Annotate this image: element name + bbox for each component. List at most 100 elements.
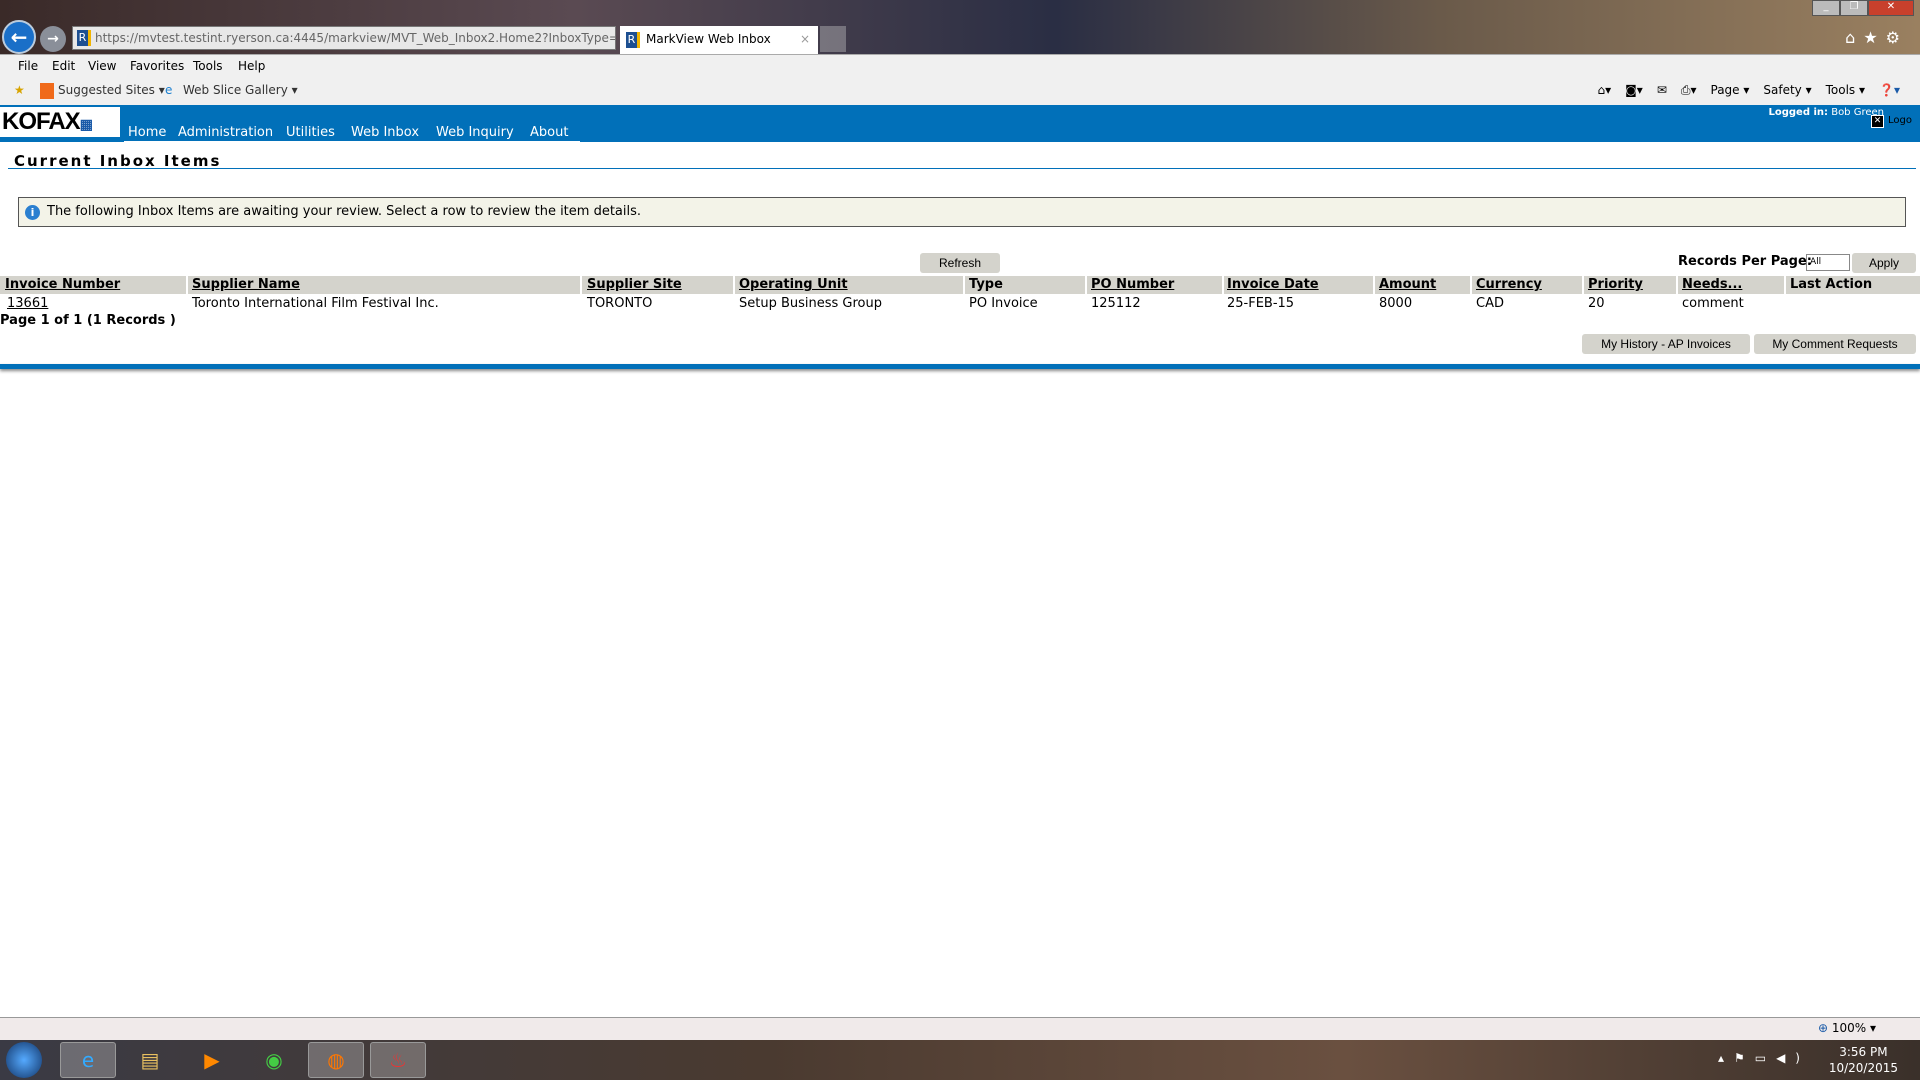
my-comment-requests-button[interactable]: My Comment Requests: [1754, 334, 1916, 354]
chrome-icon[interactable]: ◉: [246, 1042, 302, 1078]
cell-priority: 20: [1588, 296, 1605, 311]
logged-in-label: Logged in:: [1768, 107, 1828, 118]
taskbar: e ▤ ▶ ◉ ◍ ♨ ▴⚑▭◀) 3:56 PM10/20/2015: [0, 1040, 1920, 1080]
info-text: The following Inbox Items are awaiting y…: [47, 204, 641, 219]
cell-amount: 8000: [1379, 296, 1412, 311]
window-controls: _❐✕: [1812, 0, 1914, 16]
menu-bar: File Edit View Favorites Tools Help ★ Su…: [0, 54, 1920, 105]
col-last-action: Last Action: [1790, 277, 1872, 292]
records-per-page-input[interactable]: All: [1806, 254, 1850, 271]
print-icon[interactable]: ⎙▾: [1681, 83, 1697, 98]
title-divider: [8, 168, 1916, 169]
records-per-page-label: Records Per Page:: [1678, 254, 1812, 269]
address-bar[interactable]: Rhttps://mvtest.testint.ryerson.ca:4445/…: [72, 26, 616, 50]
cell-needs: comment: [1682, 296, 1744, 311]
col-operating-unit[interactable]: Operating Unit: [739, 277, 848, 292]
col-supplier-site[interactable]: Supplier Site: [587, 277, 682, 292]
help-icon[interactable]: ❓▾: [1879, 83, 1900, 98]
menu-edit[interactable]: Edit: [52, 59, 75, 73]
cell-invoice-date: 25-FEB-15: [1227, 296, 1294, 311]
my-history-button[interactable]: My History - AP Invoices: [1582, 334, 1750, 354]
web-slice-gallery-link[interactable]: Web Slice Gallery ▾: [183, 83, 298, 97]
nav-administration[interactable]: Administration: [178, 125, 273, 140]
rss-feed-icon[interactable]: ◙▾: [1625, 83, 1643, 98]
mail-icon[interactable]: ✉: [1657, 83, 1667, 98]
col-supplier-name[interactable]: Supplier Name: [192, 277, 300, 292]
nav-home[interactable]: Home: [128, 125, 166, 140]
col-amount[interactable]: Amount: [1379, 277, 1436, 292]
suggested-sites-icon: [40, 83, 54, 99]
nav-about[interactable]: About: [530, 125, 568, 140]
forward-button[interactable]: →: [40, 26, 66, 52]
info-banner: i The following Inbox Items are awaiting …: [18, 197, 1906, 227]
restore-button[interactable]: ❐: [1840, 0, 1868, 16]
home-icon[interactable]: ⌂: [1845, 28, 1863, 47]
logo-globe-icon: ▦: [80, 116, 92, 132]
cell-po-number: 125112: [1091, 296, 1141, 311]
cell-type: PO Invoice: [969, 296, 1038, 311]
new-tab-button[interactable]: [820, 26, 846, 52]
col-type: Type: [969, 277, 1003, 292]
nav-utilities[interactable]: Utilities: [286, 125, 335, 140]
url-text: https://mvtest.testint.ryerson.ca:4445/m…: [95, 31, 616, 45]
info-icon: i: [25, 205, 40, 220]
site-favicon-icon: R: [77, 30, 91, 46]
invoice-number-link[interactable]: 13661: [7, 296, 48, 311]
menu-favorites[interactable]: Favorites: [130, 59, 184, 73]
java-icon[interactable]: ♨: [370, 1042, 426, 1078]
favorites-star-icon[interactable]: ★: [14, 83, 25, 97]
nav-web-inquiry[interactable]: Web Inquiry: [436, 125, 514, 140]
footer-divider: [0, 364, 1920, 369]
internet-explorer-icon[interactable]: e: [60, 1042, 116, 1078]
browser-icons: ⌂★⚙: [1845, 28, 1908, 47]
close-tab-icon[interactable]: ×: [800, 26, 810, 52]
col-currency[interactable]: Currency: [1476, 277, 1542, 292]
zoom-level[interactable]: ⊕ 100% ▾: [1818, 1021, 1876, 1035]
gear-icon[interactable]: ⚙: [1886, 28, 1908, 47]
media-player-icon[interactable]: ▶: [184, 1042, 240, 1078]
col-invoice-number[interactable]: Invoice Number: [5, 277, 120, 292]
menu-file[interactable]: File: [18, 59, 38, 73]
app-header: KOFAX▦ Home Administration Utilities Web…: [0, 105, 1920, 142]
clock[interactable]: 3:56 PM10/20/2015: [1829, 1044, 1898, 1076]
menu-tools[interactable]: Tools: [193, 59, 223, 73]
home-icon[interactable]: ⌂▾: [1598, 83, 1612, 98]
start-button[interactable]: [6, 1042, 42, 1078]
clock-date: 10/20/2015: [1829, 1060, 1898, 1076]
file-explorer-icon[interactable]: ▤: [122, 1042, 178, 1078]
apply-button[interactable]: Apply: [1852, 253, 1916, 273]
favorites-star-icon[interactable]: ★: [1863, 28, 1885, 47]
close-window-button[interactable]: ✕: [1868, 0, 1914, 16]
cell-operating-unit: Setup Business Group: [739, 296, 882, 311]
volume-icon[interactable]: ◀): [1776, 1051, 1810, 1065]
menu-view[interactable]: View: [88, 59, 116, 73]
firefox-icon[interactable]: ◍: [308, 1042, 364, 1078]
command-bar: ⌂▾ ◙▾ ✉ ⎙▾ Page ▾ Safety ▾ Tools ▾ ❓▾: [1598, 83, 1901, 98]
show-hidden-icons[interactable]: ▴: [1718, 1051, 1734, 1065]
kofax-logo: KOFAX▦: [0, 107, 120, 137]
safety-menu[interactable]: Safety ▾: [1763, 83, 1811, 98]
login-info: Logged in: Bob Green: [1768, 107, 1884, 118]
minimize-button[interactable]: _: [1812, 0, 1840, 16]
refresh-button[interactable]: Refresh: [920, 253, 1000, 273]
suggested-sites-link[interactable]: Suggested Sites ▾: [58, 83, 165, 97]
status-bar: ⊕ 100% ▾: [0, 1017, 1920, 1040]
cell-supplier-name: Toronto International Film Festival Inc.: [192, 296, 439, 311]
tab-title: MarkView Web Inbox: [646, 32, 771, 46]
clock-time: 3:56 PM: [1829, 1044, 1898, 1060]
network-icon[interactable]: ▭: [1755, 1051, 1776, 1065]
tools-menu[interactable]: Tools ▾: [1826, 83, 1865, 98]
back-button[interactable]: ←: [2, 20, 36, 54]
page-menu[interactable]: Page ▾: [1711, 83, 1750, 98]
broken-image-icon: ✕: [1871, 115, 1884, 128]
col-invoice-date[interactable]: Invoice Date: [1227, 277, 1319, 292]
col-priority[interactable]: Priority: [1588, 277, 1643, 292]
action-center-flag-icon[interactable]: ⚑: [1734, 1051, 1755, 1065]
system-tray: ▴⚑▭◀): [1718, 1051, 1810, 1065]
nav-web-inbox[interactable]: Web Inbox: [351, 125, 419, 140]
menu-help[interactable]: Help: [238, 59, 265, 73]
logout-link[interactable]: ✕Logo: [1871, 115, 1912, 128]
browser-tab[interactable]: RMarkView Web Inbox×: [620, 26, 818, 54]
col-po-number[interactable]: PO Number: [1091, 277, 1174, 292]
col-needs[interactable]: Needs...: [1682, 277, 1742, 292]
